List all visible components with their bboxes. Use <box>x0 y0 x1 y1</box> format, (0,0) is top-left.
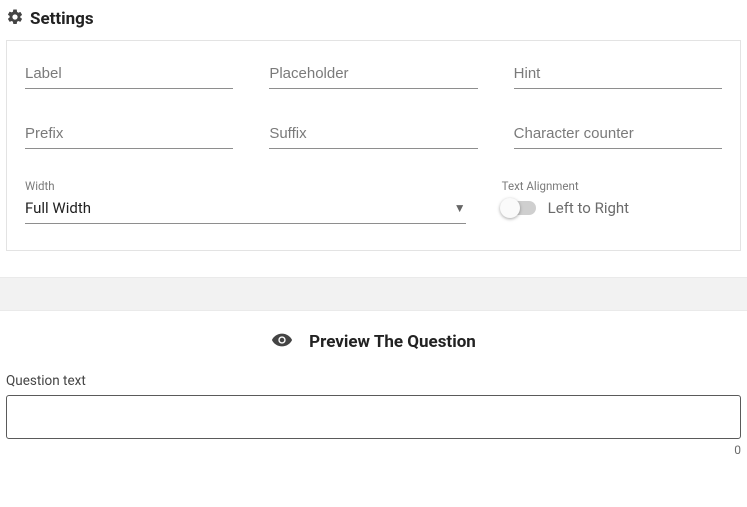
chevron-down-icon: ▼ <box>454 201 466 215</box>
width-select-value: Full Width <box>25 199 91 217</box>
section-divider <box>0 277 747 311</box>
question-text-label: Question text <box>6 373 741 389</box>
hint-field[interactable] <box>514 59 722 89</box>
placeholder-field[interactable] <box>269 59 477 89</box>
label-field[interactable] <box>25 59 233 89</box>
suffix-field[interactable] <box>269 119 477 149</box>
character-counter-value: 0 <box>6 443 741 457</box>
width-select[interactable]: Full Width ▼ <box>25 197 466 224</box>
text-alignment-label: Text Alignment <box>502 179 722 193</box>
eye-icon <box>271 329 293 355</box>
prefix-field[interactable] <box>25 119 233 149</box>
question-text-input[interactable] <box>6 395 741 439</box>
width-label: Width <box>25 179 466 193</box>
toggle-knob <box>500 198 520 218</box>
page-title: Settings <box>30 9 94 29</box>
settings-card: Width Full Width ▼ Text Alignment Left t… <box>6 40 741 251</box>
preview-heading: Preview The Question <box>309 332 476 352</box>
character-counter-field[interactable] <box>514 119 722 149</box>
text-alignment-value: Left to Right <box>548 199 629 217</box>
text-alignment-toggle[interactable] <box>502 201 536 215</box>
gear-icon <box>6 8 24 30</box>
